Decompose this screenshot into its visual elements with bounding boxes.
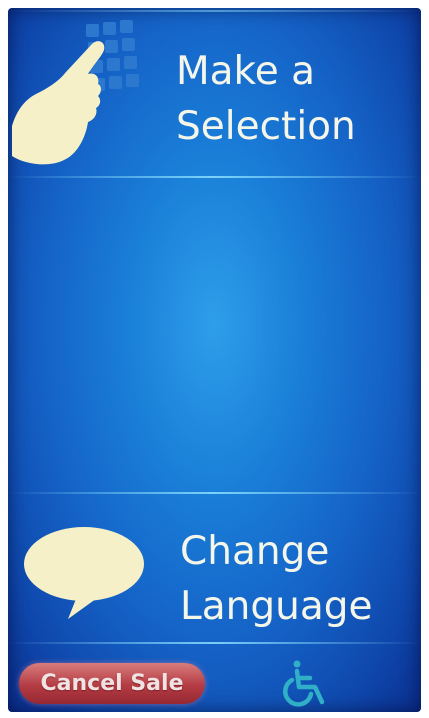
change-language-label: Change Language bbox=[180, 524, 372, 634]
accessibility-button[interactable] bbox=[278, 656, 334, 712]
make-selection-line-1: Make a bbox=[176, 49, 316, 94]
divider-bottom bbox=[8, 642, 421, 644]
change-language-button[interactable]: Change Language bbox=[8, 494, 421, 642]
change-language-line-2: Language bbox=[180, 584, 373, 629]
make-selection-button[interactable]: Make a Selection bbox=[8, 8, 421, 176]
change-language-line-1: Change bbox=[180, 529, 330, 574]
hand-keypad-icon bbox=[12, 20, 139, 165]
wheelchair-icon bbox=[283, 660, 325, 707]
speech-bubble-icon bbox=[24, 527, 144, 619]
make-selection-line-2: Selection bbox=[176, 104, 356, 149]
divider-top bbox=[8, 176, 421, 178]
kiosk-screen: Make a Selection Change Language Cancel … bbox=[8, 8, 421, 712]
cancel-sale-button[interactable]: Cancel Sale bbox=[19, 663, 205, 704]
make-selection-label: Make a Selection bbox=[176, 44, 356, 154]
